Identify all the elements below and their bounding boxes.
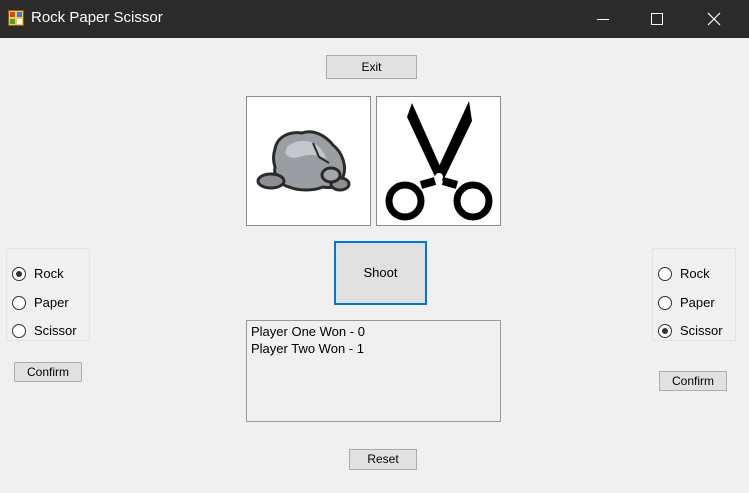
title-bar: Rock Paper Scissor bbox=[0, 0, 749, 38]
exit-button[interactable]: Exit bbox=[326, 55, 417, 79]
player-two-choices: Rock Paper Scissor bbox=[652, 248, 736, 341]
close-button[interactable] bbox=[691, 0, 737, 38]
player-one-choice-image bbox=[246, 96, 371, 226]
maximize-icon bbox=[651, 13, 663, 25]
radio-icon[interactable] bbox=[12, 296, 26, 310]
player-two-confirm-button[interactable]: Confirm bbox=[659, 371, 727, 391]
player-two-choice-image bbox=[376, 96, 501, 226]
shoot-button[interactable]: Shoot bbox=[334, 241, 427, 305]
list-item: Player Two Won - 1 bbox=[251, 341, 364, 356]
minimize-button[interactable] bbox=[580, 0, 626, 38]
window-title: Rock Paper Scissor bbox=[31, 9, 163, 26]
list-item: Player One Won - 0 bbox=[251, 324, 365, 339]
option-label: Rock bbox=[680, 266, 710, 281]
radio-icon[interactable] bbox=[658, 267, 672, 281]
radio-icon[interactable] bbox=[12, 324, 26, 338]
reset-button[interactable]: Reset bbox=[349, 449, 417, 470]
close-icon bbox=[707, 12, 721, 26]
results-list[interactable]: Player One Won - 0 Player Two Won - 1 bbox=[246, 320, 501, 422]
radio-icon[interactable] bbox=[658, 296, 672, 310]
option-label: Paper bbox=[680, 295, 715, 310]
maximize-button[interactable] bbox=[634, 0, 680, 38]
radio-icon[interactable] bbox=[12, 267, 26, 281]
option-label: Scissor bbox=[680, 323, 723, 338]
app-icon bbox=[8, 10, 24, 26]
minimize-icon bbox=[597, 19, 609, 20]
option-label: Scissor bbox=[34, 323, 77, 338]
scissors-image bbox=[385, 101, 493, 221]
radio-icon[interactable] bbox=[658, 324, 672, 338]
option-label: Paper bbox=[34, 295, 69, 310]
option-label: Rock bbox=[34, 266, 64, 281]
player-one-choices: Rock Paper Scissor bbox=[6, 248, 90, 341]
player-one-confirm-button[interactable]: Confirm bbox=[14, 362, 82, 382]
rock-image bbox=[256, 130, 351, 192]
